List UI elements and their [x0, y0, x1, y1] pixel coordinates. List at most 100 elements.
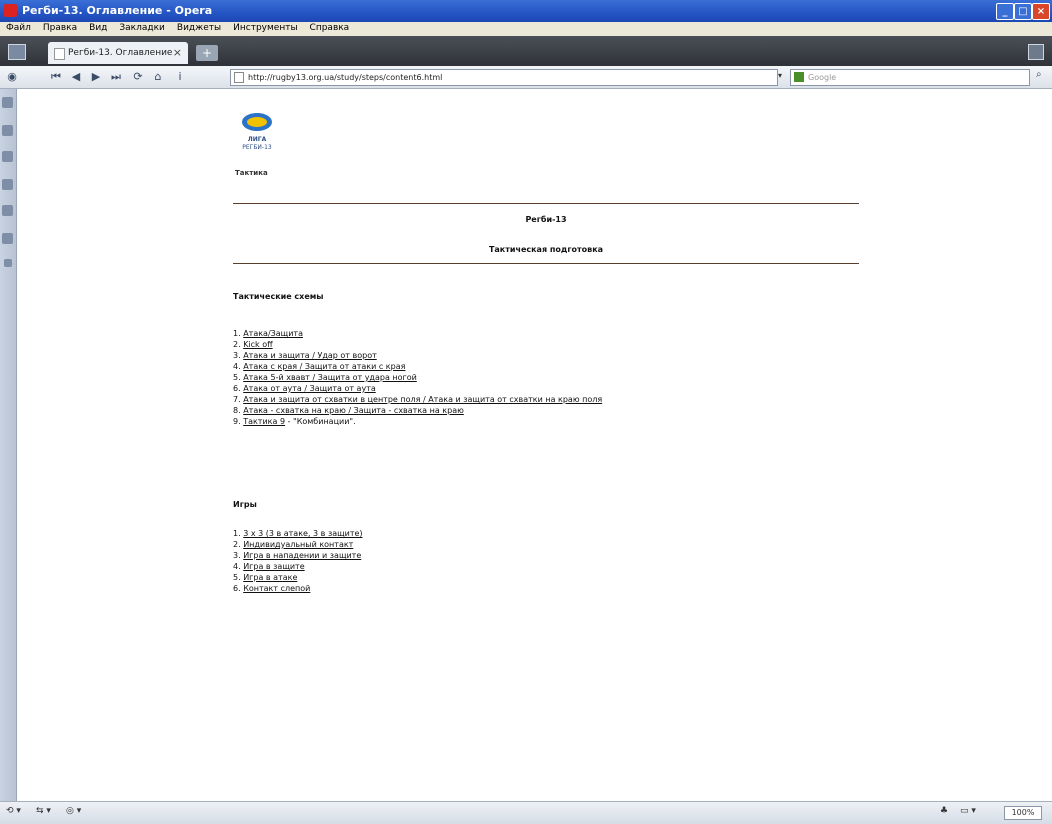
new-tab-button[interactable]: +	[196, 45, 218, 61]
divider-top	[233, 203, 859, 204]
list-item-link[interactable]: Игра в атаке	[243, 573, 297, 582]
downloads-icon[interactable]	[2, 205, 13, 216]
list-item-link[interactable]: Kick off	[243, 340, 272, 349]
page-icon	[54, 48, 65, 60]
list-item-link[interactable]: Атака и защита от схватки в центре поля …	[243, 395, 602, 404]
panel-toggle-icon[interactable]	[8, 44, 26, 60]
lock-icon: i	[178, 70, 182, 83]
list-item: 1. Атака/Защита	[233, 328, 602, 339]
minimize-button[interactable]: _	[996, 3, 1014, 20]
list-item-link[interactable]: Тактика 9	[243, 417, 285, 426]
list-item-number: 2.	[233, 540, 241, 549]
address-text: http://rugby13.org.ua/study/steps/conten…	[248, 73, 443, 82]
list-item-number: 1.	[233, 529, 241, 538]
menu-tools[interactable]: Инструменты	[227, 22, 303, 33]
navigation-bar: ◉ ⏮ ◀ ▶ ⏭ ⟳ ⌂ i http://rugby13.org.ua/st…	[0, 66, 1052, 89]
list-item-number: 4.	[233, 362, 241, 371]
list-item-link[interactable]: Игра в нападении и защите	[243, 551, 361, 560]
list-item-number: 8.	[233, 406, 241, 415]
list-item: 3. Атака и защита / Удар от ворот	[233, 350, 602, 361]
window-title: Регби-13. Оглавление - Opera	[22, 4, 213, 17]
tab-bar: Регби-13. Оглавление × +	[0, 36, 1052, 66]
close-button[interactable]: ×	[1032, 3, 1050, 20]
menu-edit[interactable]: Правка	[37, 22, 83, 33]
home-button[interactable]: ⌂	[150, 69, 166, 85]
maximize-button[interactable]: □	[1014, 3, 1032, 20]
tab-active[interactable]: Регби-13. Оглавление ×	[48, 42, 188, 64]
page-title: Регби-13	[525, 215, 567, 224]
list-item-link[interactable]: Атака/Защита	[243, 329, 303, 338]
view-icon[interactable]: ▭ ▾	[960, 806, 976, 816]
list-item: 4. Игра в защите	[233, 561, 363, 572]
add-panel-icon[interactable]	[4, 259, 12, 267]
menu-help[interactable]: Справка	[304, 22, 356, 33]
history-icon[interactable]	[2, 233, 13, 244]
mail-icon[interactable]	[2, 125, 13, 136]
games-list: 1. 3 x 3 (3 в атаке, 3 в защите) 2. Индив…	[233, 528, 363, 594]
reload-button[interactable]: ⟳	[130, 69, 146, 85]
list-item-link[interactable]: Атака от аута / Защита от аута	[243, 384, 376, 393]
section-games-title: Игры	[233, 500, 257, 509]
page-icon	[234, 72, 244, 83]
bookmarks-icon[interactable]	[2, 97, 13, 108]
contacts-icon[interactable]	[2, 151, 13, 162]
fastforward-button[interactable]: ⏭	[108, 69, 124, 85]
search-field[interactable]: Google	[790, 69, 1030, 86]
extension-icon[interactable]: ♣	[940, 806, 948, 816]
notes-icon[interactable]	[2, 179, 13, 190]
unite-icon[interactable]: ⇆ ▾	[36, 806, 51, 816]
league-logo: ЛИГА РЕГБИ-13	[235, 109, 279, 155]
page-subtitle: Тактическая подготовка	[488, 245, 604, 254]
list-item: 2. Kick off	[233, 339, 602, 350]
list-item-link[interactable]: Индивидуальный контакт	[243, 540, 353, 549]
divider-bottom	[233, 263, 859, 264]
turbo-icon[interactable]: ◎ ▾	[66, 806, 81, 816]
section-tactics-title: Тактические схемы	[233, 292, 324, 301]
list-item-link[interactable]: Игра в защите	[243, 562, 304, 571]
tab-close-icon[interactable]: ×	[173, 46, 182, 59]
status-bar: ⟲ ▾ ⇆ ▾ ◎ ▾ ♣ ▭ ▾ 100%	[0, 801, 1052, 824]
list-item: 2. Индивидуальный контакт	[233, 539, 363, 550]
search-icon[interactable]: ⌕	[1036, 69, 1042, 80]
list-item-suffix: - "Комбинации".	[285, 417, 356, 426]
list-item-number: 5.	[233, 373, 241, 382]
back-button[interactable]: ◀	[68, 69, 84, 85]
menu-widgets[interactable]: Виджеты	[171, 22, 227, 33]
tactics-list: 1. Атака/Защита 2. Kick off 3. Атака и защ…	[233, 328, 602, 427]
zoom-control[interactable]: 100%	[1004, 806, 1042, 820]
list-item: 6. Атака от аута / Защита от аута	[233, 383, 602, 394]
list-item-link[interactable]: Атака - схватка на краю / Защита - схват…	[243, 406, 464, 415]
rewind-button[interactable]: ⏮	[48, 69, 64, 85]
address-field[interactable]: http://rugby13.org.ua/study/steps/conten…	[230, 69, 778, 86]
list-item: 6. Контакт слепой	[233, 583, 363, 594]
menu-bookmarks[interactable]: Закладки	[113, 22, 171, 33]
address-dropdown-icon[interactable]: ▾	[778, 71, 782, 80]
list-item: 1. 3 x 3 (3 в атаке, 3 в защите)	[233, 528, 363, 539]
tab-label: Регби-13. Оглавление	[68, 48, 173, 58]
logo-subtext: РЕГБИ-13	[242, 144, 272, 151]
menu-bar: Файл Правка Вид Закладки Виджеты Инструменты С…	[0, 22, 1052, 36]
list-item: 4. Атака с края / Защита от атаки с края	[233, 361, 602, 372]
list-item-number: 7.	[233, 395, 241, 404]
page-content: ЛИГА РЕГБИ-13 Тактика Регби-13 Тактическ…	[17, 89, 1052, 801]
opera-icon	[4, 4, 17, 17]
list-item-link[interactable]: Атака с края / Защита от атаки с края	[243, 362, 405, 371]
list-item-number: 1.	[233, 329, 241, 338]
list-item: 8. Атака - схватка на краю / Защита - сх…	[233, 405, 602, 416]
list-item-link[interactable]: Контакт слепой	[243, 584, 310, 593]
list-item-link[interactable]: Атака и защита / Удар от ворот	[243, 351, 377, 360]
forward-button[interactable]: ▶	[88, 69, 104, 85]
list-item-link[interactable]: 3 x 3 (3 в атаке, 3 в защите)	[243, 529, 362, 538]
list-item-link[interactable]: Атака 5-й хвавт / Защита от удара ногой	[243, 373, 417, 382]
opera-menu-icon[interactable]: ◉	[4, 69, 20, 85]
trash-icon[interactable]	[1028, 44, 1044, 60]
list-item: 3. Игра в нападении и защите	[233, 550, 363, 561]
google-icon[interactable]	[794, 72, 804, 82]
menu-view[interactable]: Вид	[83, 22, 113, 33]
sync-icon[interactable]: ⟲ ▾	[6, 806, 21, 816]
menu-file[interactable]: Файл	[0, 22, 37, 33]
list-item-number: 4.	[233, 562, 241, 571]
list-item: 7. Атака и защита от схватки в центре по…	[233, 394, 602, 405]
list-item: 5. Игра в атаке	[233, 572, 363, 583]
search-placeholder: Google	[808, 73, 837, 82]
